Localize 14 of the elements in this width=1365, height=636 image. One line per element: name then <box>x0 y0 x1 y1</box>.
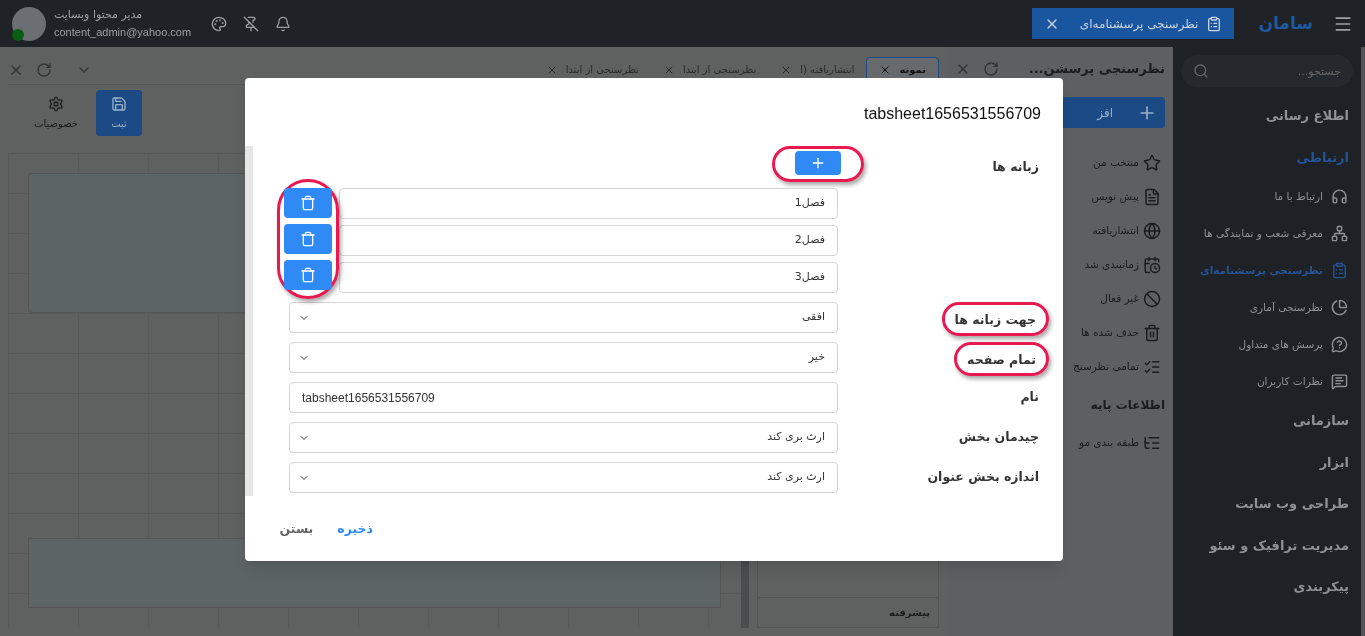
tab-label: نظرسنجی پرسشنامه‌ای <box>1079 15 1199 33</box>
app-logo: سامان <box>1258 11 1313 35</box>
dialog-title: tabsheet1656531556709 <box>862 104 1042 124</box>
field-label: نام <box>1020 389 1039 404</box>
user-email: content_admin@yahoo.com <box>54 24 192 40</box>
field-label: تمام صفحه <box>967 352 1036 367</box>
panel-title: نظرسنجی پرسشن... <box>1028 60 1165 79</box>
panel-label: پیشرفته <box>889 606 930 620</box>
panel-heading: اطلاعات پایه <box>1090 397 1165 414</box>
field-label: اندازه بخش عنوان <box>927 469 1039 484</box>
field-label: چیدمان بخش <box>958 429 1039 444</box>
field-label: زبانه ها <box>992 159 1039 174</box>
field-label: جهت زبانه ها <box>954 312 1036 327</box>
user-name: مدیر محتوا وبسایت <box>54 7 143 23</box>
